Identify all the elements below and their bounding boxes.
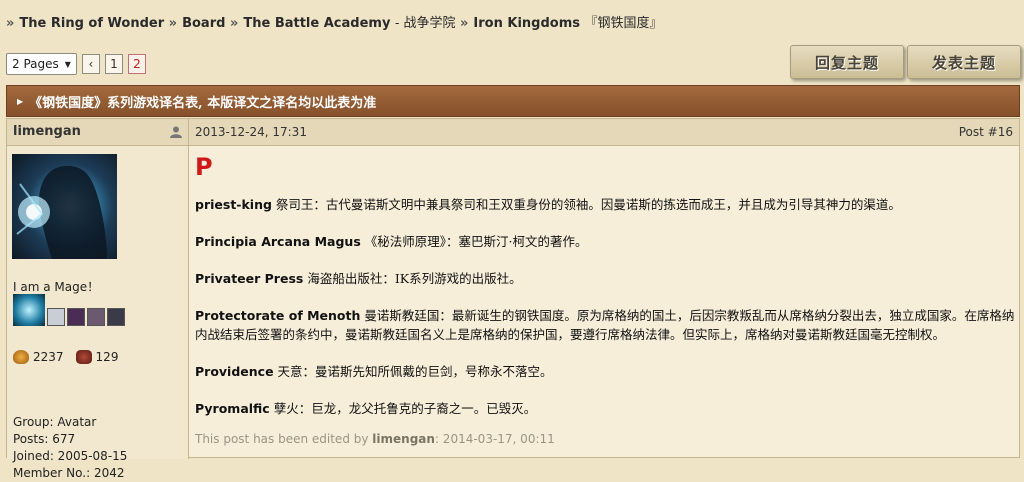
breadcrumb-link-battle-academy[interactable]: The Battle Academy - 战争学院: [243, 16, 455, 31]
glossary-definition: 海盗船出版社：IK系列游戏的出版社。: [307, 271, 522, 286]
breadcrumb-separator: »: [6, 16, 15, 31]
avatar: [12, 154, 117, 259]
post-number-link[interactable]: Post #16: [959, 125, 1013, 139]
glossary-term: priest-king: [195, 197, 272, 212]
breadcrumb-link-ring-of-wonder[interactable]: The Ring of Wonder: [19, 16, 164, 31]
breadcrumb-kingdoms-cn: 『钢铁国度』: [584, 16, 663, 31]
user-title: I am a Mage！: [13, 280, 100, 294]
glossary-definition: 祭司王：古代曼诺斯文明中兼具祭司和王双重身份的领袖。因曼诺斯的拣选而成王，并且成…: [275, 197, 901, 212]
user-post-count: Posts: 677: [13, 432, 76, 446]
glossary-term: Pyromalfic: [195, 401, 270, 416]
rank-badge-icon: [87, 308, 105, 326]
gold-pouch-icon: [13, 350, 29, 364]
glossary-definition: 天意：曼诺斯先知所佩戴的巨剑，号称永不落空。: [277, 364, 553, 379]
breadcrumb-academy-en: The Battle Academy: [243, 16, 391, 31]
stat-gold: 2237: [33, 350, 64, 364]
pages-dropdown-label: 2 Pages: [12, 57, 59, 71]
glossary-term: Providence: [195, 364, 274, 379]
column-divider: [188, 119, 189, 459]
glossary-term: Protectorate of Menoth: [195, 308, 361, 323]
topic-title: 《钢铁国度》系列游戏译名表, 本版译文之译名均以此表为准: [29, 95, 377, 111]
prev-page-button[interactable]: ‹: [81, 54, 100, 74]
chevron-down-icon: ▼: [64, 59, 71, 69]
post: limengan 2013-12-24, 17:31 Post #16 I am…: [6, 118, 1020, 480]
glossary-term: Privateer Press: [195, 271, 304, 286]
glossary-entry: Protectorate of Menoth 曼诺斯教廷国：最新诞生的钢铁国度。…: [195, 306, 1015, 344]
user-info: Group: Avatar Posts: 677 Joined: 2005-08…: [13, 414, 127, 482]
breadcrumb-separator: »: [168, 16, 178, 31]
reply-topic-button[interactable]: 回复主题: [790, 45, 904, 79]
glossary-entry: priest-king 祭司王：古代曼诺斯文明中兼具祭司和王双重身份的领袖。因曼…: [195, 195, 1015, 214]
creature-icon: [75, 350, 92, 364]
pages-dropdown[interactable]: 2 Pages ▼: [6, 53, 77, 75]
breadcrumb-link-iron-kingdoms[interactable]: Iron Kingdoms 『钢铁国度』: [473, 16, 662, 31]
section-letter: P: [195, 153, 213, 181]
badge-row: [13, 294, 125, 326]
glossary-term: Principia Arcana Magus: [195, 234, 361, 249]
mage-badge-icon: [13, 294, 45, 326]
author-name[interactable]: limengan: [13, 124, 81, 139]
post-content: P priest-king 祭司王：古代曼诺斯文明中兼具祭司和王双重身份的领袖。…: [195, 149, 1015, 446]
glossary-entry: Providence 天意：曼诺斯先知所佩戴的巨剑，号称永不落空。: [195, 362, 1015, 381]
mage-figure-icon: [16, 165, 108, 259]
page-1-button[interactable]: 1: [104, 54, 123, 74]
user-stats: 2237 129: [13, 350, 118, 364]
rank-badge-icon: [47, 308, 65, 326]
person-icon[interactable]: [170, 126, 182, 138]
author-sidebar: I am a Mage！ 2237 129 Group: Avatar Post…: [7, 146, 188, 480]
edit-note-prefix: This post has been edited by: [195, 432, 369, 446]
glossary-entry: Pyromalfic 孽火：巨龙，龙父托鲁克的子裔之一。已毁灭。: [195, 399, 1015, 418]
glossary-entry: Principia Arcana Magus 《秘法师原理》：塞巴斯汀·柯文的著…: [195, 232, 1015, 251]
breadcrumb-kingdoms-en: Iron Kingdoms: [473, 16, 580, 31]
breadcrumb-academy-cn: - 战争学院: [394, 16, 456, 31]
edit-note-date: : 2014-03-17, 00:11: [434, 432, 555, 446]
breadcrumb-separator: »: [460, 16, 469, 31]
edit-note-user[interactable]: limengan: [372, 432, 435, 446]
page-2-button[interactable]: 2: [127, 54, 146, 74]
user-member-no: Member No.: 2042: [13, 466, 125, 480]
user-group: Group: Avatar: [13, 415, 97, 429]
glossary-definition: 《秘法师原理》：塞巴斯汀·柯文的著作。: [364, 234, 588, 249]
post-date: 2013-12-24, 17:31: [195, 125, 307, 139]
glossary-definition: 孽火：巨龙，龙父托鲁克的子裔之一。已毁灭。: [273, 401, 537, 416]
stat-creature: 129: [95, 350, 119, 364]
breadcrumb-separator: »: [229, 16, 239, 31]
breadcrumb: » The Ring of Wonder » Board » The Battle A…: [6, 12, 663, 32]
rank-badge-icon: [67, 308, 85, 326]
edit-note: This post has been edited by limengan: 2…: [195, 432, 1015, 446]
rank-badge-icon: [107, 308, 125, 326]
pagination: 2 Pages ▼ ‹ 1 2: [6, 52, 146, 76]
post-header: limengan 2013-12-24, 17:31 Post #16: [7, 119, 1019, 146]
user-joined: Joined: 2005-08-15: [13, 449, 128, 463]
new-topic-button[interactable]: 发表主题: [907, 45, 1021, 79]
triangle-right-icon: ▶: [17, 96, 24, 106]
glossary-entry: Privateer Press 海盗船出版社：IK系列游戏的出版社。: [195, 269, 1015, 288]
breadcrumb-link-board[interactable]: Board: [182, 16, 225, 31]
topic-title-bar: ▶ 《钢铁国度》系列游戏译名表, 本版译文之译名均以此表为准: [6, 85, 1020, 117]
